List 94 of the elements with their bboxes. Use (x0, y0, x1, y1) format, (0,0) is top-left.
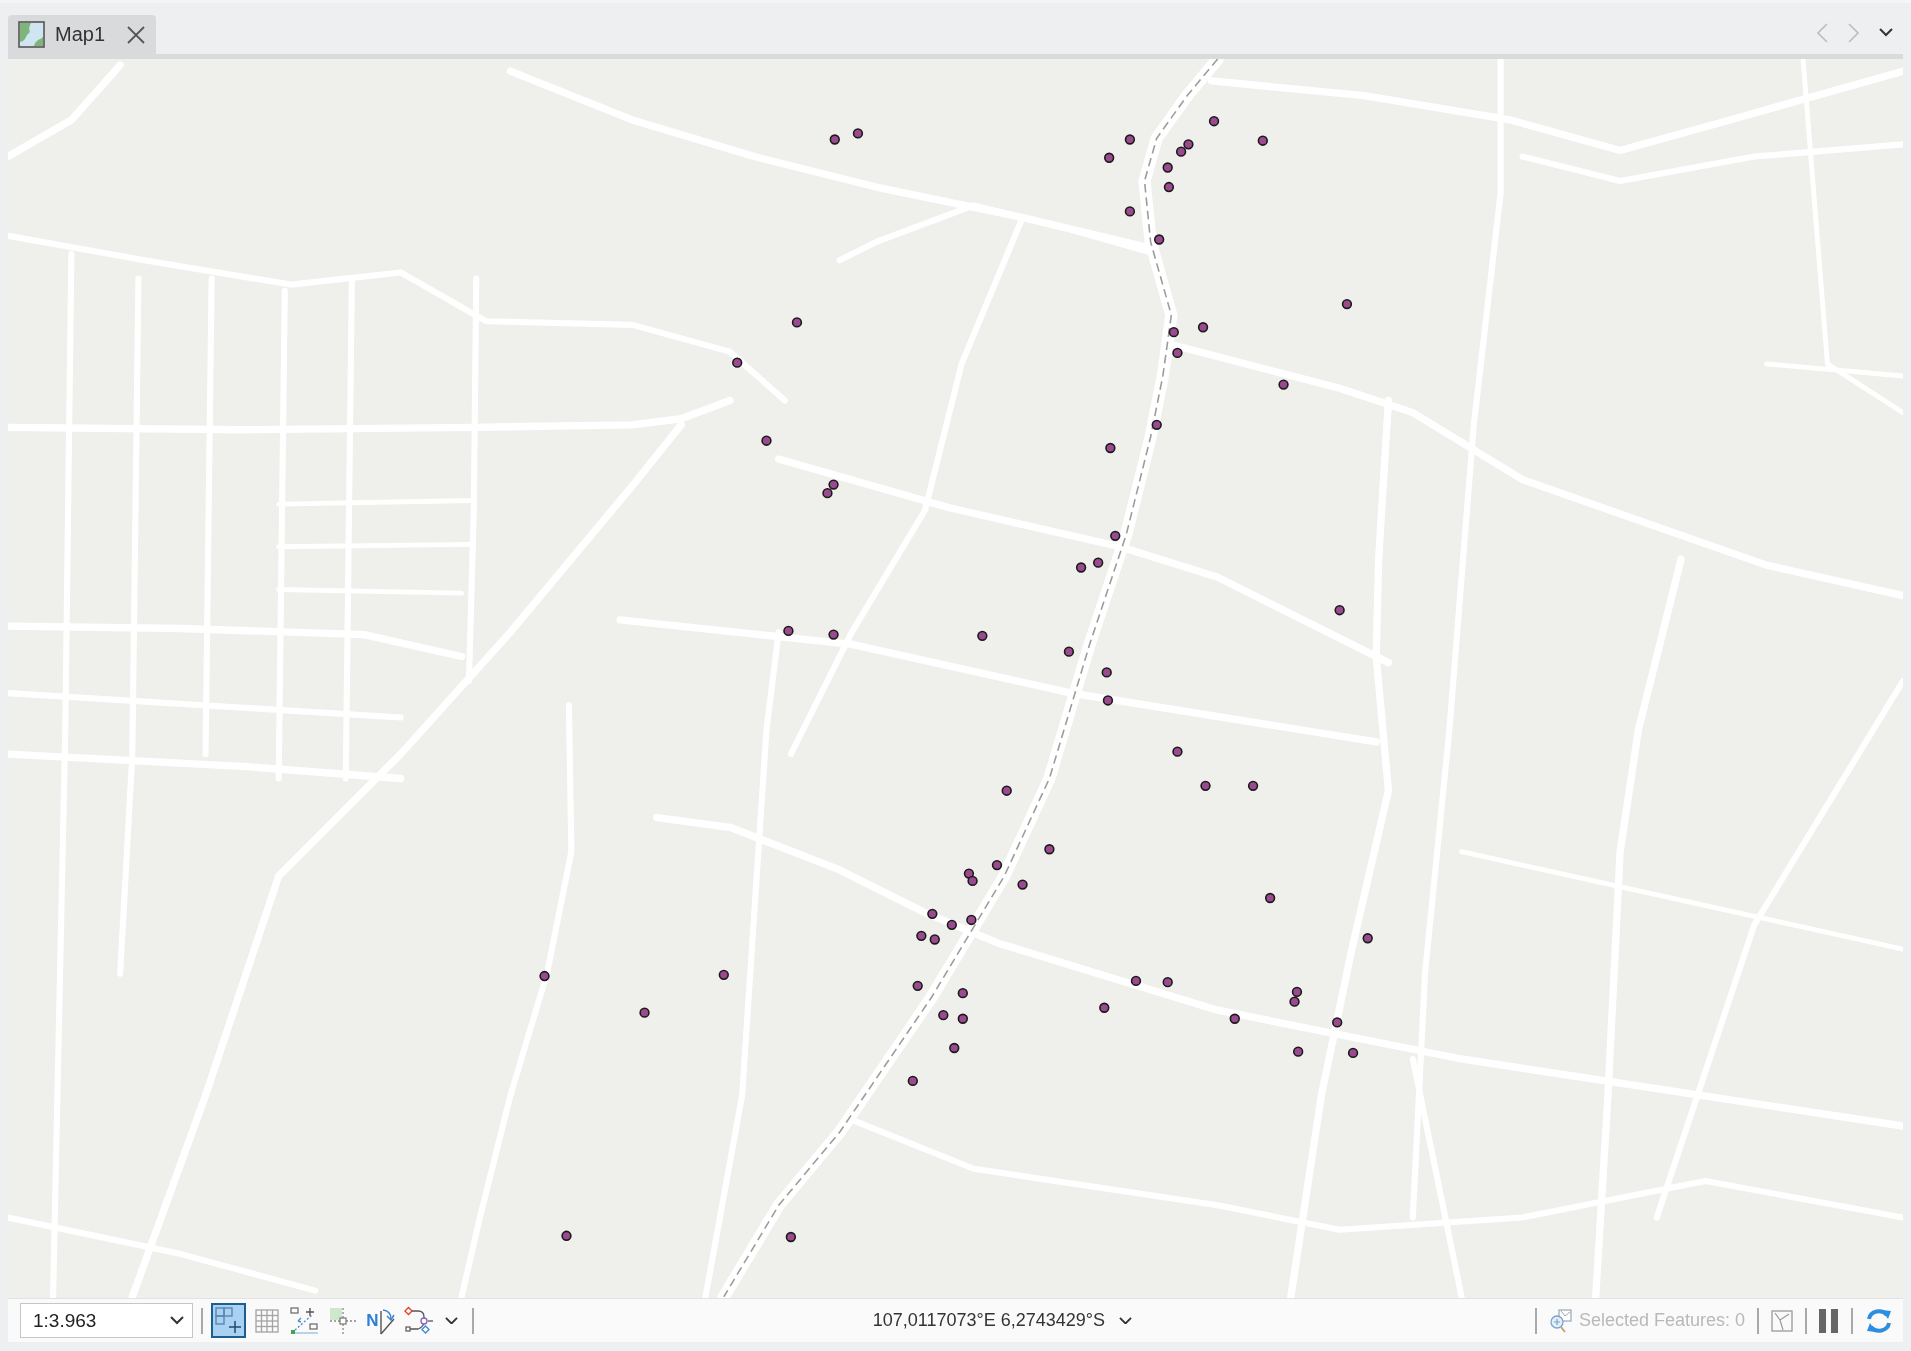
point-marker-icon (1151, 419, 1162, 431)
point-marker-icon (1044, 844, 1055, 855)
point-marker-icon (927, 908, 938, 920)
point-marker-icon (1197, 322, 1209, 333)
chevron-right-icon (1848, 22, 1859, 43)
point-marker-icon (1103, 152, 1115, 163)
point-marker-icon (1172, 347, 1183, 359)
point-marker-icon (1162, 976, 1173, 988)
point-marker-icon (1293, 1046, 1304, 1057)
point-marker-icon (1163, 181, 1175, 193)
point-marker-icon (1001, 785, 1012, 796)
point-marker-icon (539, 970, 550, 982)
point-marker-icon (907, 1075, 918, 1087)
point-marker-icon (966, 914, 977, 926)
slash-arrow-icon (378, 1306, 395, 1335)
point-marker-icon (1153, 234, 1165, 245)
map-tool-button[interactable] (211, 1303, 246, 1338)
close-icon (126, 24, 146, 45)
chevron-down-icon (1119, 1316, 1133, 1325)
point-marker-icon (1168, 327, 1179, 338)
point-marker-icon (1289, 996, 1300, 1007)
point-marker-icon (783, 625, 794, 637)
point-marker-icon (785, 1231, 797, 1243)
point-marker-icon (1110, 530, 1121, 541)
point-marker-icon (1341, 298, 1353, 310)
point-marker-icon (1017, 879, 1028, 890)
point-marker-icon (1124, 134, 1136, 145)
point-marker-icon (1130, 975, 1142, 987)
point-marker-icon (1291, 986, 1303, 998)
point-marker-icon (1093, 557, 1104, 568)
point-marker-icon (929, 934, 940, 945)
point-marker-icon (1105, 442, 1116, 454)
point-marker-icon (1101, 667, 1112, 678)
map-icon (18, 21, 45, 48)
coordinate-readout: 107,0117073°E 6,2743429°S (872, 1310, 1106, 1331)
point-marker-icon (1200, 780, 1211, 791)
point-marker-icon (1099, 1002, 1110, 1013)
point-marker-icon (1247, 780, 1259, 791)
point-marker-icon (916, 930, 927, 941)
point-marker-icon (967, 875, 978, 887)
resize-points-icon (290, 1306, 319, 1335)
map-tab[interactable]: Map1 (8, 15, 156, 54)
point-marker-icon (1362, 933, 1373, 944)
point-marker-icon (1278, 379, 1289, 390)
point-marker-icon (1102, 695, 1114, 706)
point-marker-icon (1162, 162, 1173, 173)
magnifier-map-icon (1548, 1308, 1573, 1333)
framed-map-icon (1771, 1309, 1793, 1332)
crosshair-guides-icon (328, 1306, 357, 1335)
point-marker-icon (1124, 206, 1136, 217)
point-marker-icon (561, 1230, 572, 1241)
point-marker-icon (1257, 135, 1268, 146)
point-marker-icon (1075, 562, 1087, 573)
point-marker-icon (718, 969, 729, 981)
point-marker-icon (1183, 139, 1194, 150)
point-marker-icon (828, 479, 839, 490)
point-marker-icon (1175, 146, 1187, 157)
point-marker-icon (828, 629, 839, 640)
point-marker-icon (949, 1042, 960, 1054)
chevron-down-icon (1879, 28, 1893, 37)
point-marker-icon (1229, 1013, 1240, 1024)
point-marker-icon (639, 1007, 650, 1018)
grid-icon (254, 1308, 279, 1333)
refresh-icon (1865, 1307, 1893, 1334)
point-marker-icon (963, 868, 975, 879)
point-marker-icon (1347, 1047, 1359, 1059)
grid-plus-icon (215, 1307, 242, 1334)
point-marker-icon (852, 128, 864, 139)
close-tab-button[interactable] (126, 24, 146, 45)
point-marker-icon (761, 435, 772, 446)
point-marker-icon (1334, 605, 1345, 616)
point-marker-icon (822, 487, 833, 499)
point-marker-icon (1063, 646, 1075, 657)
point-marker-icon (912, 980, 923, 991)
point-marker-icon (1264, 892, 1276, 904)
point-marker-icon (946, 919, 958, 931)
scale-dropdown[interactable]: 1:3.963 (20, 1303, 193, 1338)
map-tool-button[interactable]: N (363, 1303, 398, 1338)
node-path-icon (403, 1305, 434, 1336)
point-marker-icon (957, 1013, 968, 1024)
point-marker-icon (791, 317, 803, 328)
point-marker-icon (991, 859, 1003, 871)
point-marker-icon (938, 1009, 949, 1021)
point-marker-icon (977, 630, 988, 641)
pause-icon (1819, 1308, 1839, 1333)
point-marker-icon (1208, 116, 1220, 127)
chevron-down-icon (170, 1316, 184, 1325)
chevron-left-icon (1817, 22, 1828, 43)
point-marker-icon (1172, 746, 1183, 757)
chevron-down-icon (445, 1316, 458, 1325)
point-marker-icon (957, 987, 968, 999)
point-marker-icon (732, 357, 743, 368)
point-marker-icon (1332, 1017, 1343, 1028)
point-marker-icon (829, 134, 840, 145)
